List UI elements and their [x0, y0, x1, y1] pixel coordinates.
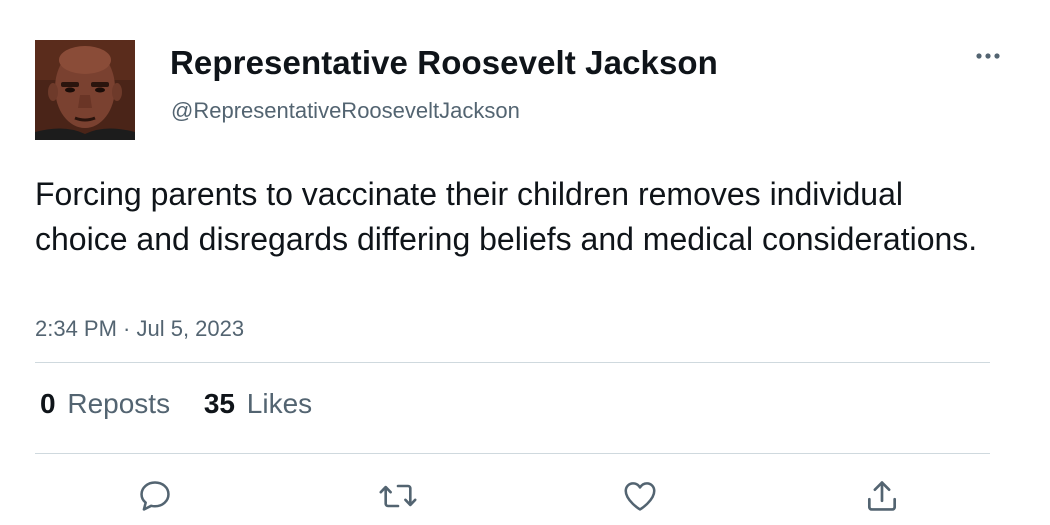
reply-icon: [140, 481, 170, 511]
avatar-photo: [35, 40, 135, 140]
reposts-count: 0: [40, 388, 56, 419]
like-button[interactable]: [620, 476, 660, 516]
likes-count: 35: [203, 388, 236, 419]
share-icon: [867, 481, 897, 511]
display-name[interactable]: Representative Roosevelt Jackson: [170, 44, 718, 82]
like-icon: [624, 482, 656, 511]
tweet-text: Forcing parents to vaccinate their child…: [35, 176, 978, 257]
repost-button[interactable]: [378, 476, 418, 516]
avatar[interactable]: [35, 40, 135, 140]
ellipsis-icon: [976, 53, 1000, 59]
tweet-timestamp[interactable]: 2:34 PM · Jul 5, 2023: [35, 316, 244, 342]
reposts-stat[interactable]: 0 Reposts: [40, 388, 170, 420]
engagement-stats: 0 Reposts 35 Likes: [40, 388, 338, 420]
divider: [35, 453, 990, 454]
likes-label: Likes: [246, 388, 313, 419]
tweet-card: Representative Roosevelt Jackson @Repres…: [0, 0, 1050, 525]
reposts-label: Reposts: [67, 388, 171, 419]
repost-icon: [379, 484, 417, 508]
divider: [35, 362, 990, 363]
more-options-button[interactable]: [970, 46, 1006, 66]
share-button[interactable]: [862, 476, 902, 516]
reply-button[interactable]: [135, 476, 175, 516]
likes-stat[interactable]: 35 Likes: [204, 388, 312, 420]
user-handle[interactable]: @RepresentativeRooseveltJackson: [171, 98, 520, 124]
